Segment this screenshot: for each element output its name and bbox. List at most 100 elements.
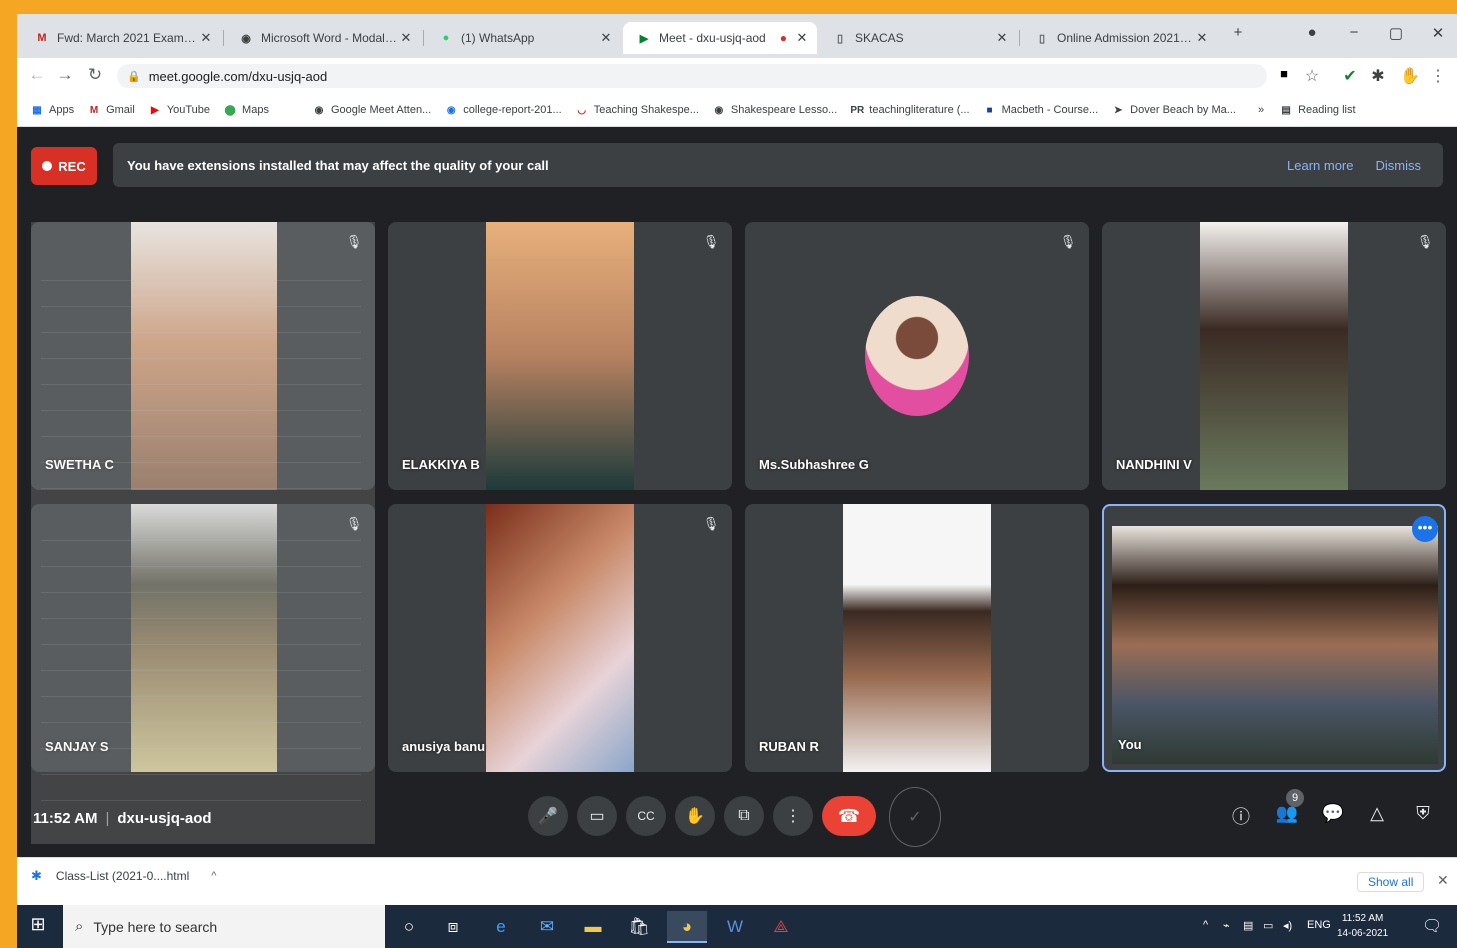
participant-tile[interactable]: 🎙 anusiya banu: [388, 504, 732, 772]
close-icon[interactable]: ✕: [197, 30, 215, 46]
bookmark-dover-beach[interactable]: ➤ Dover Beach by Ma...: [1112, 104, 1236, 116]
volume-icon[interactable]: ◂): [1283, 919, 1292, 932]
participant-name: SWETHA C: [45, 457, 114, 472]
more-options-button[interactable]: ⋮: [773, 796, 813, 836]
camera-button[interactable]: ▭: [577, 796, 617, 836]
mail-icon[interactable]: ✉: [527, 911, 567, 943]
bookmark-macbeth[interactable]: ■ Macbeth - Course...: [984, 104, 1099, 116]
search-placeholder: Type here to search: [93, 918, 218, 935]
system-clock[interactable]: 11:52 AM 14-06-2021: [1337, 911, 1388, 941]
tab-admission[interactable]: ▯ Online Admission 2021-20 ✕: [1021, 22, 1217, 54]
participant-tile[interactable]: 🎙 Ms.Subhashree G: [745, 222, 1089, 490]
check-extension-icon[interactable]: ✔: [1339, 66, 1361, 86]
close-icon[interactable]: ✕: [397, 30, 415, 46]
globe-icon: ◉: [446, 104, 456, 116]
participant-tile[interactable]: 🎙 NANDHINI V: [1102, 222, 1446, 490]
notification-icon[interactable]: 🗨: [1422, 916, 1442, 936]
taskbar-search[interactable]: ⌕ Type here to search: [63, 905, 385, 948]
close-icon[interactable]: ✕: [1193, 30, 1211, 46]
puzzle-extension-icon[interactable]: ✱: [1367, 66, 1389, 86]
windows-start-icon[interactable]: ⊞: [25, 914, 51, 940]
extension-control[interactable]: ✓: [889, 787, 941, 847]
activities-button[interactable]: △: [1363, 803, 1391, 831]
participant-tile[interactable]: RUBAN R: [745, 504, 1089, 772]
camera-icon[interactable]: ■: [1273, 66, 1295, 81]
mic-button[interactable]: 🎤: [528, 796, 568, 836]
file-explorer-icon[interactable]: ▬: [573, 911, 613, 943]
url-field[interactable]: 🔒 meet.google.com/dxu-usjq-aod: [117, 64, 1267, 88]
close-icon[interactable]: ✕: [597, 30, 615, 46]
meeting-details-button[interactable]: ⓘ: [1227, 803, 1255, 831]
bookmark-shakespeare-lesson[interactable]: ◉ Shakespeare Lesso...: [713, 104, 838, 116]
reload-button[interactable]: ↻: [83, 65, 107, 85]
close-icon[interactable]: ✕: [1437, 872, 1449, 889]
self-view-tile[interactable]: ••• You: [1102, 504, 1446, 772]
close-icon[interactable]: ✕: [793, 30, 811, 46]
menu-dots-icon[interactable]: ⋮: [1427, 66, 1449, 86]
minimize-button[interactable]: −: [1339, 24, 1369, 41]
close-icon[interactable]: ✕: [993, 30, 1011, 46]
tab-strip: M Fwd: March 2021 Examinati ✕ ◉ Microsof…: [17, 14, 1457, 58]
mic-off-icon: 🎙: [1059, 234, 1077, 249]
bookmark-maps[interactable]: ⬤ Maps: [224, 104, 269, 116]
hang-up-icon: ☎: [837, 805, 861, 826]
tab-whatsapp[interactable]: ● (1) WhatsApp ✕: [425, 22, 621, 54]
bookmark-college-report[interactable]: ◉ college-report-201...: [445, 104, 562, 116]
shield-icon: ■: [986, 104, 993, 116]
language-indicator[interactable]: ENG: [1307, 919, 1331, 931]
chrome-icon[interactable]: ◕: [667, 911, 707, 943]
host-controls-button[interactable]: ⛨: [1409, 803, 1437, 831]
back-button[interactable]: ←: [25, 65, 49, 85]
show-all-button[interactable]: Show all: [1357, 872, 1425, 892]
star-icon[interactable]: ☆: [1301, 66, 1323, 86]
store-icon[interactable]: 🛍: [619, 911, 659, 943]
new-tab-button[interactable]: +: [1223, 24, 1253, 41]
cortana-icon[interactable]: ○: [389, 911, 429, 943]
people-button[interactable]: 👥: [1273, 803, 1301, 831]
network-icon[interactable]: ▤: [1243, 919, 1253, 932]
edge-icon[interactable]: e: [481, 911, 521, 943]
activities-icon: △: [1370, 803, 1384, 823]
more-bookmarks-icon[interactable]: »: [1258, 104, 1264, 116]
bookmark-youtube[interactable]: ▶ YouTube: [149, 104, 210, 116]
hand-extension-icon[interactable]: ✋: [1399, 66, 1421, 86]
tab-meet[interactable]: ▶ Meet - dxu-usjq-aod ● ✕: [623, 22, 817, 54]
battery-icon[interactable]: ▭: [1263, 919, 1273, 932]
globe-icon: ◉: [241, 32, 251, 45]
acrobat-icon[interactable]: ⟁: [761, 911, 801, 943]
video-feed: [486, 222, 634, 490]
usb-icon[interactable]: ⌁: [1223, 919, 1230, 932]
present-button[interactable]: ⧉: [724, 796, 764, 836]
meeting-code[interactable]: dxu-usjq-aod: [117, 810, 211, 827]
bookmark-teachingliterature[interactable]: PR teachingliterature (...: [850, 104, 969, 116]
participant-tile[interactable]: 🎙 SANJAY S: [31, 504, 375, 772]
bookmark-meet-attendance[interactable]: ◉ Google Meet Atten...: [313, 104, 432, 116]
forward-button[interactable]: →: [53, 65, 77, 85]
leave-call-button[interactable]: ☎: [822, 796, 876, 836]
profile-icon[interactable]: ●: [1297, 24, 1327, 41]
bookmark-apps[interactable]: ▦ Apps: [31, 104, 74, 116]
captions-button[interactable]: CC: [626, 796, 666, 836]
download-item[interactable]: ✱ Class-List (2021-0....html ^: [31, 868, 216, 884]
reading-list[interactable]: ▤ Reading list: [1280, 104, 1355, 116]
bookmark-gmail[interactable]: M Gmail: [88, 104, 135, 116]
mic-off-icon: 🎙: [345, 516, 363, 531]
tab-title: Microsoft Word - Modalitie: [261, 31, 397, 45]
tray-chevron-icon[interactable]: ^: [1203, 919, 1208, 931]
maximize-button[interactable]: ▢: [1381, 24, 1411, 42]
tab-gmail[interactable]: M Fwd: March 2021 Examinati ✕: [21, 22, 221, 54]
chat-button[interactable]: 💬: [1319, 803, 1347, 831]
raise-hand-button[interactable]: ✋: [675, 796, 715, 836]
tab-word[interactable]: ◉ Microsoft Word - Modalitie ✕: [225, 22, 421, 54]
chevron-up-icon[interactable]: ^: [211, 870, 216, 882]
dismiss-link[interactable]: Dismiss: [1376, 158, 1422, 173]
more-options-icon[interactable]: •••: [1412, 516, 1438, 542]
bookmark-teaching-shakespeare[interactable]: ◡ Teaching Shakespe...: [576, 104, 699, 116]
participant-tile[interactable]: 🎙 ELAKKIYA B: [388, 222, 732, 490]
close-window-button[interactable]: ✕: [1423, 24, 1453, 42]
word-icon[interactable]: W: [715, 911, 755, 943]
task-view-icon[interactable]: ⧈: [433, 911, 473, 943]
tab-skacas[interactable]: ▯ SKACAS ✕: [819, 22, 1017, 54]
participant-tile[interactable]: 🎙 SWETHA C: [31, 222, 375, 490]
learn-more-link[interactable]: Learn more: [1287, 158, 1353, 173]
